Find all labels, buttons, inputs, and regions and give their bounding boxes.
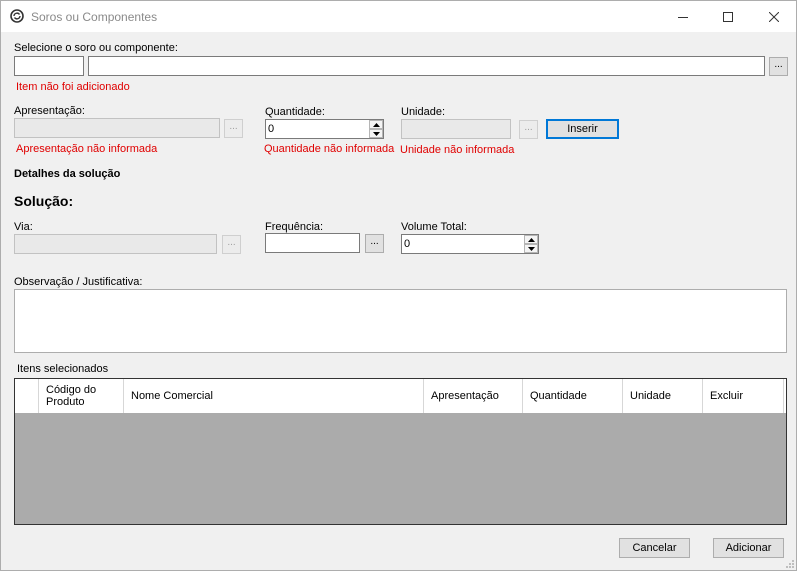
maximize-button[interactable] xyxy=(705,1,751,32)
unit-error: Unidade não informada xyxy=(400,144,515,156)
insert-button[interactable]: Inserir xyxy=(546,119,619,139)
frequency-label: Frequência: xyxy=(265,221,324,233)
component-code-input[interactable] xyxy=(14,56,84,76)
quantity-error: Quantidade não informada xyxy=(264,143,395,155)
details-title: Detalhes da solução xyxy=(14,168,121,180)
observation-textarea[interactable] xyxy=(14,289,787,353)
unit-browse-button[interactable]: ... xyxy=(519,120,538,139)
column-header-presentation[interactable]: Apresentação xyxy=(424,379,523,413)
arrow-down-icon xyxy=(372,131,380,136)
minimize-button[interactable] xyxy=(660,1,706,32)
total-volume-input[interactable] xyxy=(401,234,539,254)
unit-label: Unidade: xyxy=(401,106,446,118)
presentation-label: Apresentação: xyxy=(14,105,85,117)
column-header-delete[interactable]: Excluir xyxy=(703,379,784,413)
presentation-browse-button[interactable]: ... xyxy=(224,119,243,138)
column-header-unit[interactable]: Unidade xyxy=(623,379,703,413)
dialog-window: Soros ou Componentes Selecione o soro ou… xyxy=(0,0,797,571)
add-button[interactable]: Adicionar xyxy=(713,538,784,558)
arrow-up-icon xyxy=(372,122,380,127)
total-volume-down-button[interactable] xyxy=(524,244,538,253)
column-header-product-code[interactable]: Código do Produto xyxy=(39,379,124,413)
grid-row-header-corner xyxy=(15,379,39,413)
cancel-button[interactable]: Cancelar xyxy=(619,538,690,558)
presentation-error: Apresentação não informada xyxy=(16,143,158,155)
route-label: Via: xyxy=(14,221,33,233)
component-label: Selecione o soro ou componente: xyxy=(14,42,178,54)
total-volume-spin[interactable] xyxy=(524,235,538,253)
frequency-input[interactable] xyxy=(265,233,360,253)
solution-label: Solução: xyxy=(14,193,74,209)
column-header-commercial-name[interactable]: Nome Comercial xyxy=(124,379,424,413)
selected-items-grid[interactable]: Código do Produto Nome Comercial Apresen… xyxy=(14,378,787,525)
presentation-input[interactable] xyxy=(14,118,220,138)
total-volume-stepper[interactable] xyxy=(401,234,539,254)
column-header-quantity[interactable]: Quantidade xyxy=(523,379,623,413)
route-input[interactable] xyxy=(14,234,217,254)
quantity-down-button[interactable] xyxy=(369,129,383,138)
total-volume-up-button[interactable] xyxy=(524,235,538,244)
arrow-down-icon xyxy=(527,246,535,251)
resize-grip-icon[interactable] xyxy=(785,559,795,569)
quantity-stepper[interactable] xyxy=(265,119,384,139)
close-button[interactable] xyxy=(751,1,796,32)
quantity-input[interactable] xyxy=(265,119,384,139)
component-error: Item não foi adicionado xyxy=(16,81,130,93)
observation-label: Observação / Justificativa: xyxy=(14,276,143,288)
grid-header: Código do Produto Nome Comercial Apresen… xyxy=(15,379,786,413)
total-volume-label: Volume Total: xyxy=(401,221,467,233)
route-browse-button[interactable]: ... xyxy=(222,235,241,254)
unit-input[interactable] xyxy=(401,119,511,139)
title-bar: Soros ou Componentes xyxy=(1,1,796,32)
window-title: Soros ou Componentes xyxy=(31,10,158,24)
component-name-input[interactable] xyxy=(88,56,765,76)
minimize-icon xyxy=(678,16,688,18)
close-icon xyxy=(769,11,779,22)
quantity-label: Quantidade: xyxy=(265,106,325,118)
app-logo-icon xyxy=(10,9,24,23)
arrow-up-icon xyxy=(527,237,535,242)
maximize-icon xyxy=(723,11,733,22)
component-browse-button[interactable]: ... xyxy=(769,57,788,76)
quantity-spin[interactable] xyxy=(369,120,383,138)
frequency-browse-button[interactable]: ... xyxy=(365,234,384,253)
selected-items-label: Itens selecionados xyxy=(17,363,109,375)
quantity-up-button[interactable] xyxy=(369,120,383,129)
